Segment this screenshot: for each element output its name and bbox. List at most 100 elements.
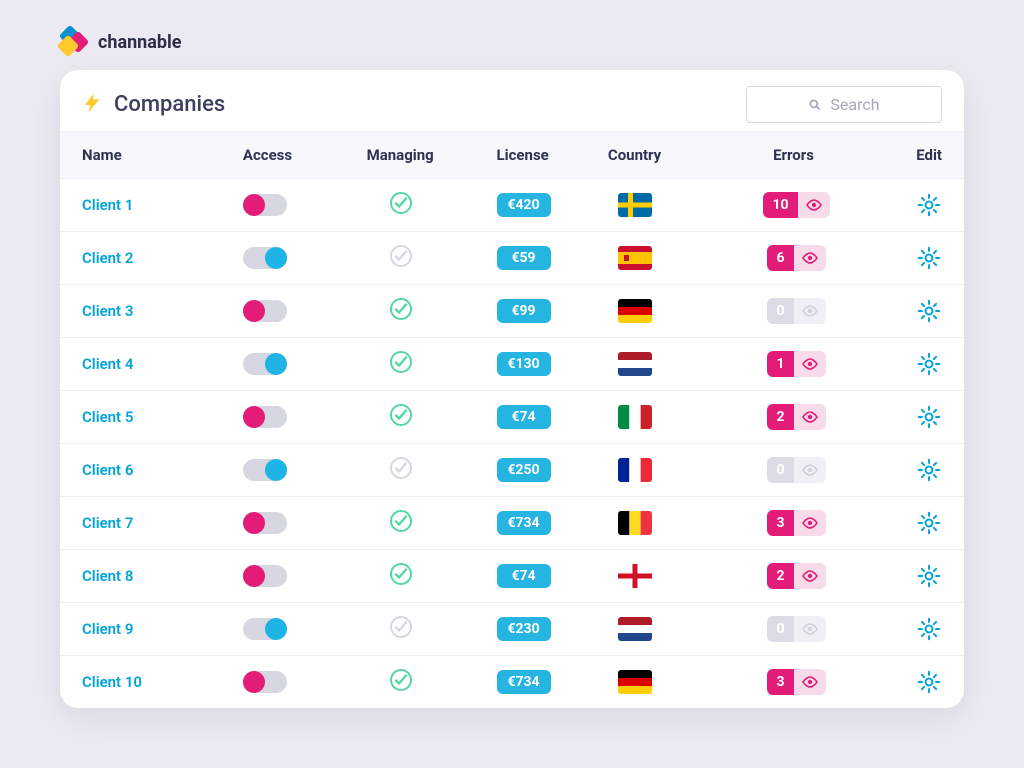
license-badge: €420	[497, 193, 551, 217]
table-row: Client 9€2300	[60, 603, 964, 656]
table-row: Client 2 €59 6	[60, 232, 964, 285]
managing-check-icon[interactable]	[389, 191, 413, 215]
table-header: Name Access Managing License Country Err…	[60, 131, 964, 179]
edit-gear-icon[interactable]	[916, 669, 942, 695]
license-badge: €734	[497, 670, 551, 694]
access-toggle[interactable]	[243, 406, 287, 428]
flag-icon-germany	[618, 299, 652, 323]
flag-icon-spain	[618, 246, 652, 270]
client-name-link[interactable]: Client 3	[82, 302, 243, 320]
access-toggle[interactable]	[243, 194, 287, 216]
eye-icon	[794, 563, 826, 589]
table-row: Client 5€742	[60, 391, 964, 444]
edit-gear-icon[interactable]	[916, 351, 942, 377]
eye-icon	[794, 457, 826, 483]
license-badge: €74	[497, 564, 551, 588]
errors-badge[interactable]: 1	[767, 351, 825, 377]
col-managing: Managing	[367, 146, 497, 164]
managing-check-icon[interactable]	[389, 509, 413, 533]
col-license: License	[497, 146, 608, 164]
eye-icon	[794, 669, 826, 695]
client-name-link[interactable]: Client 6	[82, 461, 243, 479]
managing-check-icon[interactable]	[389, 297, 413, 321]
edit-gear-icon[interactable]	[916, 298, 942, 324]
license-badge: €59	[497, 246, 551, 270]
errors-count: 10	[763, 192, 797, 218]
client-name-link[interactable]: Client 8	[82, 567, 243, 585]
table-row: Client 8 €74 2	[60, 550, 964, 603]
errors-badge[interactable]: 2	[767, 404, 825, 430]
eye-icon	[794, 245, 826, 271]
errors-badge[interactable]: 3	[767, 669, 825, 695]
errors-badge[interactable]: 2	[767, 563, 825, 589]
bolt-icon	[82, 90, 104, 120]
col-errors: Errors	[732, 146, 856, 164]
managing-check-icon[interactable]	[389, 668, 413, 692]
search-placeholder: Search	[830, 95, 879, 114]
errors-badge[interactable]: 10	[763, 192, 829, 218]
col-country: Country	[608, 146, 732, 164]
access-toggle[interactable]	[243, 512, 287, 534]
managing-check-icon[interactable]	[389, 403, 413, 427]
col-edit: Edit	[855, 146, 942, 164]
access-toggle[interactable]	[243, 353, 287, 375]
edit-gear-icon[interactable]	[916, 404, 942, 430]
table-row: Client 4 €130 1	[60, 338, 964, 391]
client-name-link[interactable]: Client 9	[82, 620, 243, 638]
brand-logo-area: channable	[60, 28, 964, 56]
errors-badge[interactable]: 3	[767, 510, 825, 536]
managing-check-icon[interactable]	[389, 562, 413, 586]
access-toggle[interactable]	[243, 459, 287, 481]
errors-badge[interactable]: 6	[767, 245, 825, 271]
license-badge: €734	[497, 511, 551, 535]
errors-count: 0	[767, 616, 793, 642]
errors-badge[interactable]: 0	[767, 457, 825, 483]
access-toggle[interactable]	[243, 671, 287, 693]
client-name-link[interactable]: Client 1	[82, 196, 243, 214]
col-name: Name	[82, 146, 243, 164]
managing-check-icon[interactable]	[389, 350, 413, 374]
table-row: Client 1 €420 10	[60, 179, 964, 232]
page-title: Companies	[114, 92, 225, 117]
companies-card: Companies Search Name Access Managing Li…	[60, 70, 964, 708]
table-row: Client 6 €250 0	[60, 444, 964, 497]
client-name-link[interactable]: Client 2	[82, 249, 243, 267]
edit-gear-icon[interactable]	[916, 563, 942, 589]
edit-gear-icon[interactable]	[916, 245, 942, 271]
managing-check-icon[interactable]	[389, 244, 413, 268]
errors-count: 2	[767, 404, 793, 430]
errors-count: 0	[767, 298, 793, 324]
edit-gear-icon[interactable]	[916, 192, 942, 218]
edit-gear-icon[interactable]	[916, 616, 942, 642]
eye-icon	[794, 351, 826, 377]
managing-check-icon[interactable]	[389, 456, 413, 480]
access-toggle[interactable]	[243, 565, 287, 587]
flag-icon-netherlands	[618, 617, 652, 641]
errors-badge[interactable]: 0	[767, 616, 825, 642]
access-toggle[interactable]	[243, 300, 287, 322]
flag-icon-netherlands	[618, 352, 652, 376]
license-badge: €130	[497, 352, 551, 376]
brand-name: channable	[98, 32, 182, 53]
errors-count: 2	[767, 563, 793, 589]
table-row: Client 10 €734 3	[60, 656, 964, 708]
access-toggle[interactable]	[243, 247, 287, 269]
client-name-link[interactable]: Client 4	[82, 355, 243, 373]
search-input[interactable]: Search	[746, 86, 942, 123]
errors-count: 0	[767, 457, 793, 483]
edit-gear-icon[interactable]	[916, 510, 942, 536]
client-name-link[interactable]: Client 5	[82, 408, 243, 426]
col-access: Access	[243, 146, 367, 164]
access-toggle[interactable]	[243, 618, 287, 640]
eye-icon	[798, 192, 830, 218]
managing-check-icon[interactable]	[389, 615, 413, 639]
errors-count: 3	[767, 669, 793, 695]
client-name-link[interactable]: Client 10	[82, 673, 243, 691]
flag-icon-italy	[618, 405, 652, 429]
errors-badge[interactable]: 0	[767, 298, 825, 324]
license-badge: €250	[497, 458, 551, 482]
errors-count: 3	[767, 510, 793, 536]
flag-icon-france	[618, 458, 652, 482]
edit-gear-icon[interactable]	[916, 457, 942, 483]
client-name-link[interactable]: Client 7	[82, 514, 243, 532]
